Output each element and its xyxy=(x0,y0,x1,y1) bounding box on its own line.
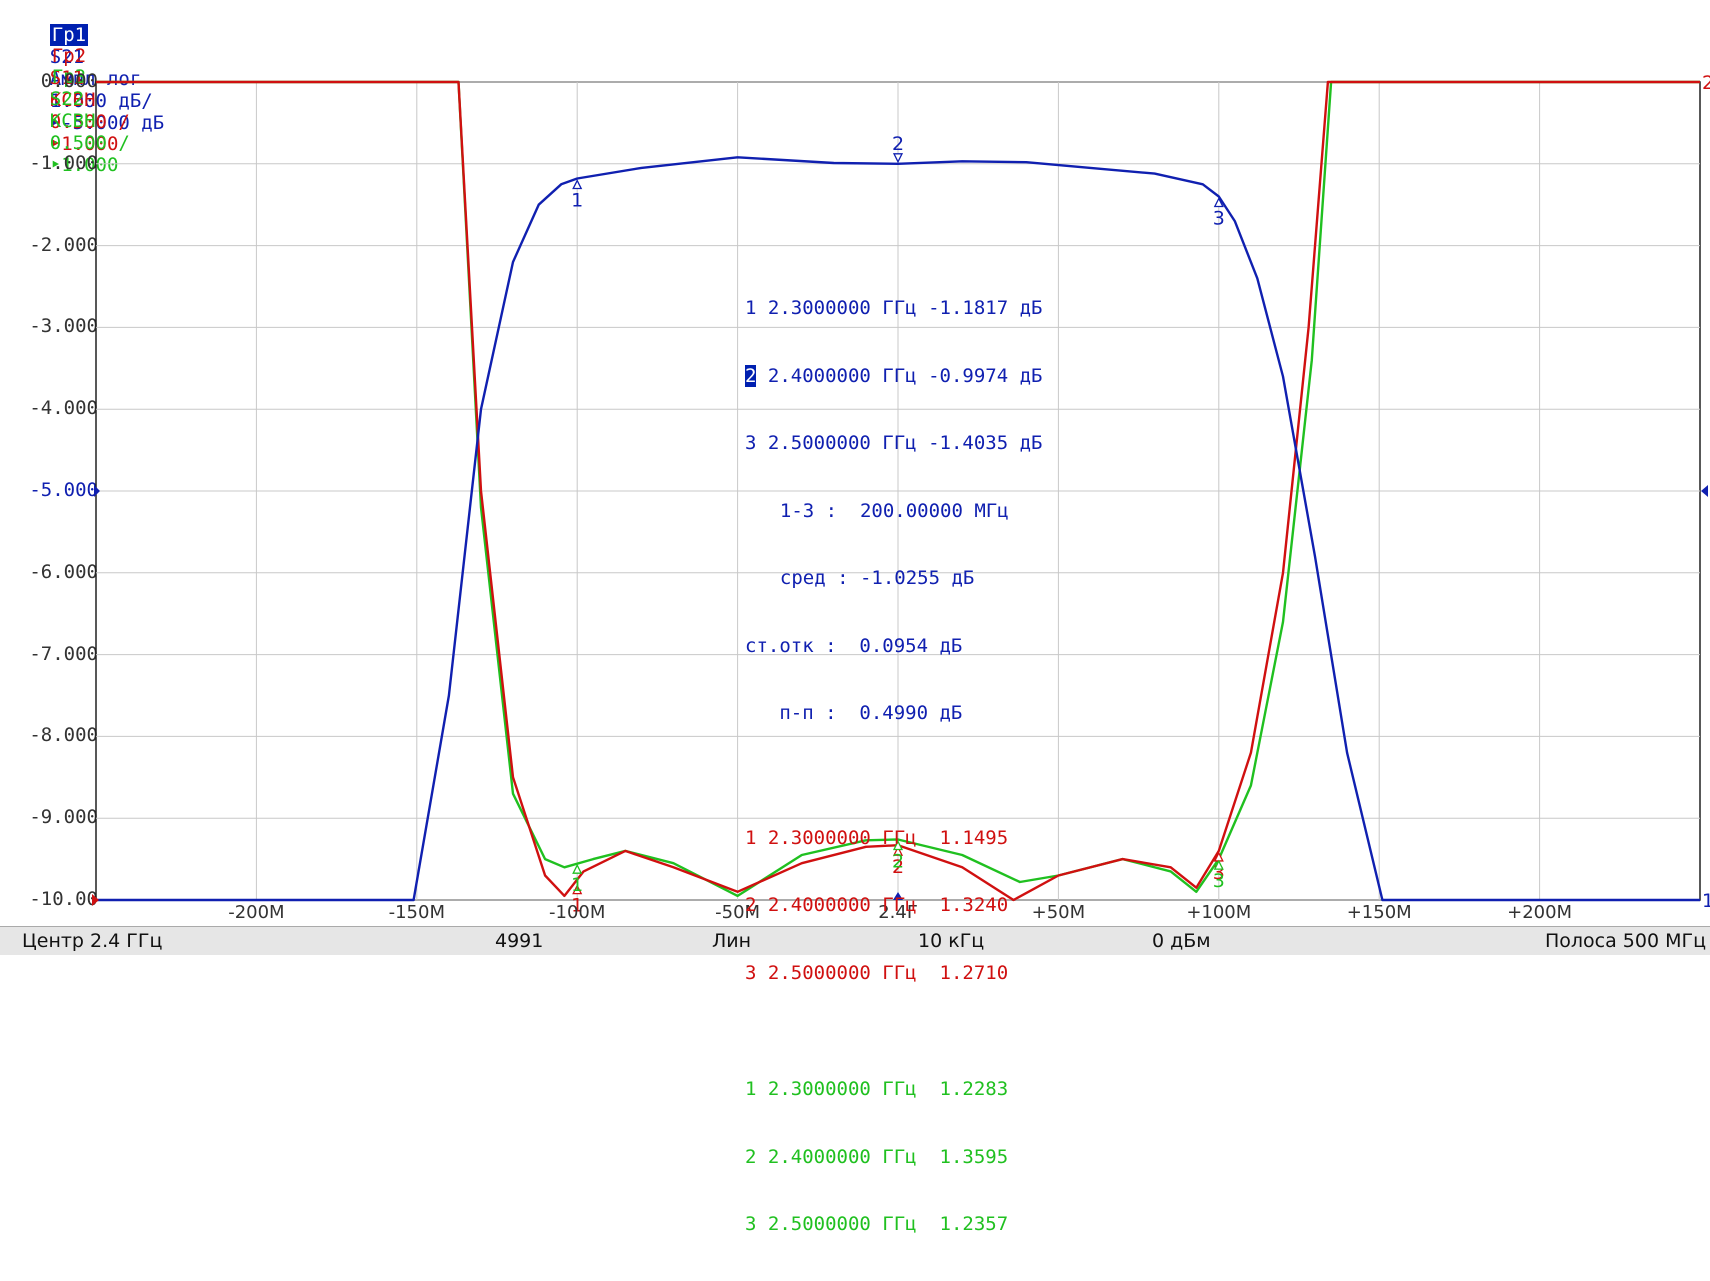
x-tick-label: -100M xyxy=(548,902,606,923)
readout-s21-2[interactable]: 2 2.4000000 ГГц -0.9974 дБ xyxy=(745,364,1042,388)
marker-label-s21-3: 3 xyxy=(1213,208,1225,230)
readout-s11-3: 3 2.5000000 ГГц 1.2710 xyxy=(745,961,1009,984)
readout-stat-stdev: ст.отк : 0.0954 дБ xyxy=(745,634,963,657)
ref-label-s21: 1 xyxy=(1702,890,1710,912)
readout-s22-2: 2 2.4000000 ГГц 1.3595 xyxy=(745,1145,1009,1168)
marker-label-s21-2: 2 xyxy=(892,133,904,155)
status-sweep-type[interactable]: Лин xyxy=(712,930,751,952)
readout-s21-3: 3 2.5000000 ГГц -1.4035 дБ xyxy=(745,432,1043,454)
active-marker-badge: 2 xyxy=(745,364,757,387)
status-points[interactable]: 4991 xyxy=(495,930,543,952)
readout-s11-2: 2 2.4000000 ГГц 1.3240 xyxy=(745,894,1009,916)
readout-s21-1: 1 2.3000000 ГГц -1.1817 дБ xyxy=(745,297,1043,319)
status-power[interactable]: 0 дБм xyxy=(1152,930,1211,952)
readout-s22-3: 3 2.5000000 ГГц 1.2357 xyxy=(745,1213,1009,1235)
readout-s22-1: 1 2.3000000 ГГц 1.2283 xyxy=(745,1078,1009,1100)
marker-label-s22-1: 1 xyxy=(571,874,583,896)
ref-label-s11: 2 xyxy=(1702,72,1710,94)
status-center[interactable]: Центр 2.4 ГГц xyxy=(22,930,162,952)
vna-screen: Гр1 S21 Ампл лог 1.000 дБ/ ‣-5.000 дБ Гр… xyxy=(0,0,1710,1235)
x-tick-label: +100M xyxy=(1186,902,1252,923)
readout-stat-pp: п-п : 0.4990 дБ xyxy=(745,702,963,724)
x-tick-label: -150M xyxy=(388,902,445,923)
ref-level-right-marker xyxy=(1701,485,1708,497)
ref-level-left-marker xyxy=(94,485,100,497)
x-tick-label: +150M xyxy=(1346,902,1412,923)
marker-label-s21-1: 1 xyxy=(571,190,583,212)
marker-s22-1 xyxy=(572,863,583,874)
marker-s21-1 xyxy=(572,179,583,190)
x-tick-label: -200M xyxy=(228,902,285,923)
status-bar: Центр 2.4 ГГц 4991 Лин 10 кГц 0 дБм Поло… xyxy=(0,926,1710,955)
readout-stat-span: 1-3 : 200.00000 МГц xyxy=(757,499,1009,522)
marker-label-s22-3: 3 xyxy=(1213,870,1225,892)
x-tick-label: +200M xyxy=(1507,902,1573,923)
marker-s21-2 xyxy=(892,153,904,164)
marker-readout: 1 2.3000000 ГГц -1.1817 дБ 2 2.4000000 Г… xyxy=(745,252,1042,1281)
status-span[interactable]: Полоса 500 МГц xyxy=(1545,930,1706,952)
readout-stat-mean: сред : -1.0255 дБ xyxy=(757,567,975,589)
readout-s11-1: 1 2.3000000 ГГц 1.1495 xyxy=(745,826,1009,849)
status-ifbw[interactable]: 10 кГц xyxy=(918,930,984,952)
